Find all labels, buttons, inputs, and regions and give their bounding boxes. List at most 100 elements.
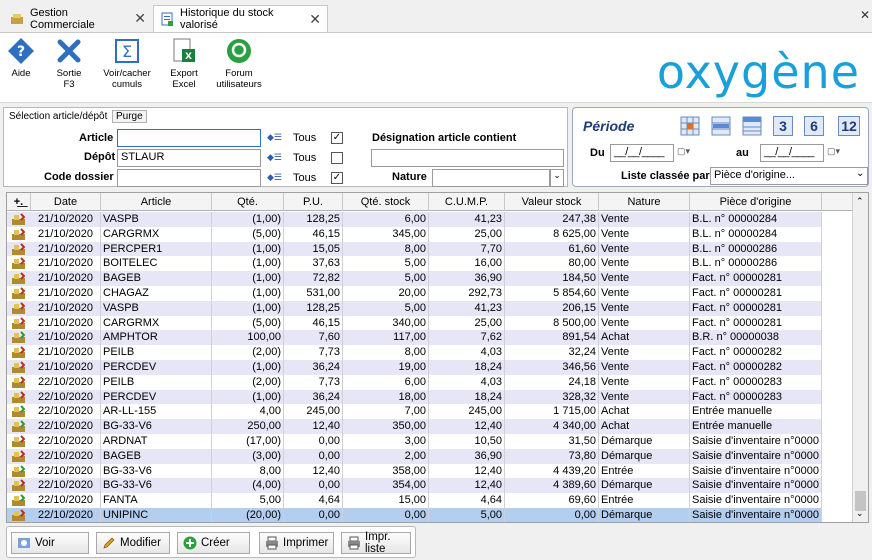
table-cell: Saisie d'inventaire n°0000 (690, 448, 822, 464)
table-row[interactable]: 21/10/2020 CARGRMX (5,00) 46,15 345,00 25,00 8… (7, 226, 822, 242)
table-row[interactable]: 21/10/2020 PERCDEV (1,00) 36,24 19,00 18,24 34… (7, 360, 822, 375)
chevron-down-icon[interactable]: ⌄ (550, 169, 564, 187)
table-cell: Vente (599, 226, 690, 242)
calendar-week-icon[interactable] (711, 116, 731, 136)
depot-input[interactable]: STLAUR (117, 149, 261, 167)
exit-button[interactable]: Sortie F3 (39, 37, 99, 90)
table-cell: Démarque (599, 448, 690, 464)
period-6-months-button[interactable]: 6 (804, 116, 824, 136)
table-row[interactable]: 21/10/2020 PERCPER1 (1,00) 15,05 8,00 7,70 61,… (7, 241, 822, 257)
table-row[interactable]: 21/10/2020 VASPB (1,00) 128,25 6,00 41,23 247,… (7, 212, 822, 227)
chevron-down-icon[interactable]: ⌄ (856, 168, 864, 179)
impr-liste-button[interactable]: Impr. liste (341, 531, 411, 555)
table-cell: 8,00 (343, 345, 429, 360)
table-row[interactable]: 22/10/2020 BAGEB (3,00) 0,00 2,00 36,90 73,80 D… (7, 448, 822, 464)
calendar-picker-icon[interactable]: ▢▾ (827, 146, 840, 157)
tab-historique-stock[interactable]: Historique du stock valorisé ✕ (153, 5, 328, 32)
tous-article-checkbox[interactable]: ✓ (331, 132, 343, 144)
table-row[interactable]: 22/10/2020 PEILB (2,00) 7,73 6,00 4,03 24,18 Ve… (7, 374, 822, 390)
export-excel-button[interactable]: X Export Excel (154, 37, 214, 90)
period-3-months-button[interactable]: 3 (773, 116, 793, 136)
purge-tab[interactable]: Purge (112, 110, 147, 123)
table-row[interactable]: 21/10/2020 VASPB (1,00) 128,25 5,00 41,23 206,… (7, 300, 822, 316)
table-row[interactable]: 22/10/2020 BG-33-V6 8,00 12,40 358,00 12,40 4 … (7, 463, 822, 479)
creer-label: Créer (201, 537, 230, 549)
tous-label: Tous (293, 172, 317, 184)
expand-columns-icon[interactable]: +͟. (7, 193, 31, 211)
filter-panel: Sélection article/dépôt Purge Article ◆☰… (3, 107, 568, 187)
table-row[interactable]: 22/10/2020 ARDNAT (17,00) 0,00 3,00 10,50 31,5… (7, 434, 822, 449)
period-12-months-button[interactable]: 12 (838, 116, 860, 136)
table-row[interactable]: 21/10/2020 BOITELEC (1,00) 37,63 5,00 16,00 80… (7, 256, 822, 272)
table-cell: 31,50 (505, 434, 599, 449)
window-close-icon[interactable]: ✕ (860, 8, 870, 22)
column-header[interactable]: Qté. stock (343, 193, 429, 211)
lookup-icon[interactable]: ◆☰ (267, 152, 283, 164)
tab-label: Historique du stock valorisé (180, 7, 274, 31)
table-cell: 37,63 (284, 256, 343, 272)
nature-label: Nature (392, 171, 427, 183)
table-cell: 1 715,00 (505, 404, 599, 420)
calendar-month-icon[interactable] (742, 116, 762, 136)
toggle-cumuls-button[interactable]: Σ Voir/cacher cumuls (97, 37, 157, 90)
close-icon[interactable]: ✕ (134, 10, 146, 27)
lookup-icon[interactable]: ◆☰ (267, 172, 283, 184)
table-cell: PEILB (101, 345, 212, 360)
tous-depot-checkbox[interactable] (331, 152, 343, 164)
table-row[interactable]: 21/10/2020 AMPHTOR 100,00 7,60 117,00 7,62 891… (7, 330, 822, 346)
calendar-picker-icon[interactable]: ▢▾ (677, 146, 690, 157)
au-date-input[interactable]: __/__/____ (760, 144, 824, 162)
column-header[interactable]: Valeur stock (505, 193, 599, 211)
table-row[interactable]: 21/10/2020 CHAGAZ (1,00) 531,00 20,00 292,73 5… (7, 286, 822, 301)
forum-button[interactable]: Forum utilisateurs (209, 37, 269, 90)
column-header[interactable]: C.U.M.P. (429, 193, 505, 211)
table-cell: 21/10/2020 (31, 212, 101, 227)
table-row[interactable]: 21/10/2020 CARGRMX (5,00) 46,15 340,00 25,00 8… (7, 315, 822, 331)
table-cell: Vente (599, 212, 690, 227)
imprimer-button[interactable]: Imprimer (259, 532, 334, 554)
table-cell: 0,00 (284, 508, 343, 522)
lookup-icon[interactable]: ◆☰ (267, 132, 283, 144)
column-header[interactable]: P.U. (284, 193, 343, 211)
code-dossier-input[interactable] (117, 169, 261, 187)
table-cell: Vente (599, 360, 690, 375)
stock-out-icon (12, 479, 26, 492)
calendar-day-icon[interactable] (680, 116, 700, 136)
liste-classee-select[interactable]: Pièce d'origine... (710, 167, 868, 185)
article-input[interactable] (117, 129, 261, 147)
scroll-up-icon[interactable]: ⌃ (856, 196, 864, 207)
table-row[interactable]: 22/10/2020 FANTA 5,00 4,64 15,00 4,64 69,60 Ent… (7, 493, 822, 508)
table-row[interactable]: 22/10/2020 BG-33-V6 (4,00) 0,00 354,00 12,40 4… (7, 478, 822, 494)
stock-out-icon (12, 213, 26, 225)
help-label: Aide (11, 68, 31, 79)
table-row[interactable]: 22/10/2020 UNIPINC (20,00) 0,00 0,00 5,00 0,00… (7, 508, 822, 522)
tab-gestion-commerciale[interactable]: Gestion Commerciale ✕ (4, 5, 152, 32)
table-row[interactable]: 21/10/2020 PEILB (2,00) 7,73 8,00 4,03 32,24 Ve… (7, 345, 822, 360)
table-cell: 5,00 (212, 493, 284, 508)
du-date-input[interactable]: __/__/____ (610, 144, 674, 162)
column-header[interactable]: Nature (599, 193, 690, 211)
modifier-button[interactable]: Modifier (96, 532, 170, 554)
column-header[interactable]: Date (31, 193, 101, 211)
table-cell: 22/10/2020 (31, 478, 101, 494)
close-icon[interactable]: ✕ (309, 11, 321, 28)
column-header[interactable]: Article (101, 193, 212, 211)
nature-select[interactable] (432, 169, 550, 187)
column-header[interactable]: Pièce d'origine (690, 193, 822, 211)
table-row[interactable]: 22/10/2020 AR-LL-155 4,00 245,00 7,00 245,00 1… (7, 404, 822, 420)
table-cell: 25,00 (429, 315, 505, 331)
voir-label: Voir (35, 537, 55, 549)
tous-dossier-checkbox[interactable]: ✓ (331, 172, 343, 184)
table-row[interactable]: 22/10/2020 PERCDEV (1,00) 36,24 18,00 18,24 32… (7, 389, 822, 405)
voir-button[interactable]: Voir (11, 532, 89, 554)
au-label: au (736, 147, 749, 159)
table-cell: 36,90 (429, 448, 505, 464)
designation-input[interactable] (371, 149, 564, 167)
creer-button[interactable]: Créer (177, 532, 250, 554)
table-row[interactable]: 22/10/2020 BG-33-V6 250,00 12,40 350,00 12,40… (7, 419, 822, 434)
table-row[interactable]: 21/10/2020 BAGEB (1,00) 72,82 5,00 36,90 184,5… (7, 271, 822, 286)
column-header[interactable]: Qté. (212, 193, 284, 211)
document-icon (160, 12, 174, 26)
vertical-scrollbar[interactable]: ⌃ ⌄ (852, 193, 868, 522)
scroll-down-icon[interactable]: ⌄ (856, 508, 864, 519)
